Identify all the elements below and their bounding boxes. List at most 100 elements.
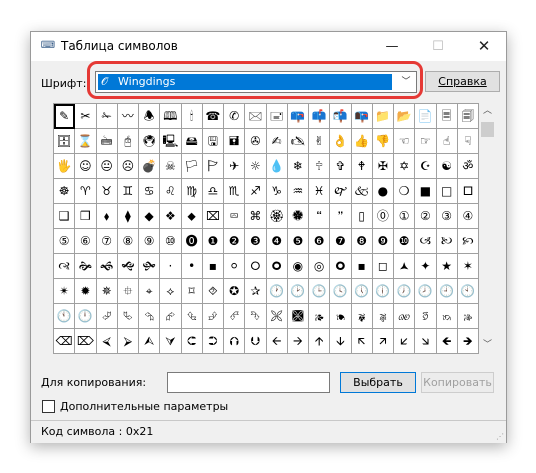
symbol-cell[interactable]: ❽ xyxy=(351,229,373,254)
symbol-cell[interactable]: 🕑 xyxy=(287,279,309,304)
symbol-cell[interactable]: 🕙 xyxy=(457,279,479,304)
symbol-cell[interactable]: 🞐 xyxy=(457,179,479,204)
symbol-cell[interactable]: ☸ xyxy=(54,179,76,204)
symbol-cell[interactable]: ⌖ xyxy=(139,279,161,304)
symbol-cell[interactable]: ✦ xyxy=(415,254,437,279)
symbol-cell[interactable]: 📬 xyxy=(330,104,352,129)
symbol-cell[interactable]: ✴ xyxy=(54,279,76,304)
symbol-cell[interactable]: 🙠 xyxy=(436,229,458,254)
symbol-cell[interactable]: ⟡ xyxy=(160,279,182,304)
symbol-cell[interactable]: 🖂 xyxy=(245,104,267,129)
symbol-cell[interactable]: ♐ xyxy=(245,179,267,204)
symbol-cell[interactable]: 🡮 xyxy=(415,329,437,354)
symbol-cell[interactable]: 🙣 xyxy=(54,254,76,279)
symbol-cell[interactable]: ☟ xyxy=(457,129,479,154)
copy-button[interactable]: Копировать xyxy=(421,372,494,393)
symbol-cell[interactable]: · xyxy=(160,254,182,279)
symbol-cell[interactable]: ⬧ xyxy=(96,204,118,229)
symbol-cell[interactable]: ✠ xyxy=(372,154,394,179)
symbol-cell[interactable]: 👌 xyxy=(330,129,352,154)
symbol-cell[interactable]: ♍ xyxy=(181,179,203,204)
symbol-cell[interactable]: ◻ xyxy=(372,254,394,279)
symbol-cell[interactable]: 🙖 xyxy=(372,304,394,329)
symbol-cell[interactable]: 🙞 xyxy=(75,254,97,279)
symbol-cell[interactable]: 🕕 xyxy=(372,279,394,304)
symbol-cell[interactable]: ☝ xyxy=(436,129,458,154)
symbol-cell[interactable]: ☹ xyxy=(117,154,139,179)
symbol-cell[interactable]: ⧫ xyxy=(117,204,139,229)
symbol-cell[interactable]: 🙕 xyxy=(309,304,331,329)
symbol-cell[interactable]: 🗄 xyxy=(54,129,76,154)
symbol-cell[interactable]: 🙷 xyxy=(330,204,352,229)
symbol-cell[interactable]: ⑨ xyxy=(139,229,161,254)
symbol-cell[interactable]: ❹ xyxy=(266,229,288,254)
symbol-cell[interactable]: ❍ xyxy=(394,179,416,204)
symbol-cell[interactable]: ✎ xyxy=(54,104,76,129)
symbol-cell[interactable]: ☜ xyxy=(394,129,416,154)
symbol-cell[interactable]: ♎ xyxy=(202,179,224,204)
symbol-cell[interactable]: ☪ xyxy=(415,154,437,179)
symbol-cell[interactable]: ☠ xyxy=(160,154,182,179)
symbol-cell[interactable]: ☞ xyxy=(415,129,437,154)
symbol-cell[interactable]: 🡯 xyxy=(394,329,416,354)
symbol-cell[interactable]: ♏ xyxy=(224,179,246,204)
resize-grip-icon[interactable]: ⋰ xyxy=(496,433,504,441)
symbol-cell[interactable]: ⮱ xyxy=(117,304,139,329)
symbol-cell[interactable]: 🖐 xyxy=(54,154,76,179)
symbol-cell[interactable]: ✪ xyxy=(224,279,246,304)
symbol-cell[interactable]: 🖴 xyxy=(181,129,203,154)
symbol-cell[interactable]: ❻ xyxy=(309,229,331,254)
symbol-cell[interactable]: 🖳 xyxy=(160,129,182,154)
symbol-cell[interactable]: 📭 xyxy=(351,104,373,129)
symbol-cell[interactable]: ⑤ xyxy=(54,229,76,254)
symbol-cell[interactable]: ☯ xyxy=(436,154,458,179)
symbol-cell[interactable]: 🏳 xyxy=(181,154,203,179)
symbol-cell[interactable]: 🕓 xyxy=(330,279,352,304)
symbol-cell[interactable]: 🙝 xyxy=(117,254,139,279)
symbol-cell[interactable]: 🖰 xyxy=(117,129,139,154)
symbol-cell[interactable]: 🙢 xyxy=(415,229,437,254)
advanced-label[interactable]: Дополнительные параметры xyxy=(60,400,228,414)
symbol-cell[interactable]: ⮚ xyxy=(117,329,139,354)
symbol-cell[interactable]: ⌫ xyxy=(54,329,76,354)
symbol-cell[interactable]: 🖃 xyxy=(266,104,288,129)
symbol-cell[interactable]: 🕒 xyxy=(309,279,331,304)
symbol-cell[interactable]: 🏱 xyxy=(202,154,224,179)
symbol-cell[interactable]: ❾ xyxy=(372,229,394,254)
symbol-cell[interactable]: 🞆 xyxy=(245,254,267,279)
symbol-cell[interactable]: 🕆 xyxy=(309,154,331,179)
symbol-cell[interactable]: ⬥ xyxy=(181,204,203,229)
symbol-cell[interactable]: 🡪 xyxy=(287,329,309,354)
symbol-cell[interactable]: 📫 xyxy=(309,104,331,129)
symbol-cell[interactable]: 👍 xyxy=(351,129,373,154)
symbol-cell[interactable]: 🙗 xyxy=(351,304,373,329)
symbol-cell[interactable]: ③ xyxy=(436,204,458,229)
symbol-cell[interactable]: ⌑ xyxy=(181,279,203,304)
symbol-cell[interactable]: 💧 xyxy=(266,154,288,179)
select-button[interactable]: Выбрать xyxy=(340,372,416,393)
symbol-cell[interactable]: ♊ xyxy=(117,179,139,204)
symbol-cell[interactable]: 🙐 xyxy=(394,304,416,329)
symbol-cell[interactable]: ⮷ xyxy=(245,304,267,329)
symbol-cell[interactable]: 💣 xyxy=(139,154,161,179)
symbol-cell[interactable]: 🙟 xyxy=(139,254,161,279)
symbol-cell[interactable]: ❒ xyxy=(75,204,97,229)
symbol-cell[interactable]: 🕮 xyxy=(160,104,182,129)
symbol-cell[interactable]: 🙶 xyxy=(309,204,331,229)
symbol-cell[interactable]: 🕔 xyxy=(351,279,373,304)
symbol-cell[interactable]: 🕘 xyxy=(436,279,458,304)
symbol-cell[interactable]: 🙡 xyxy=(457,229,479,254)
symbol-cell[interactable]: ♈ xyxy=(75,179,97,204)
symbol-cell[interactable]: ✆ xyxy=(224,104,246,129)
symbol-cell[interactable]: ⮙ xyxy=(139,329,161,354)
symbol-cell[interactable]: 🡺 xyxy=(457,329,479,354)
close-button[interactable]: ✕ xyxy=(461,32,507,61)
symbol-cell[interactable]: 🙫 xyxy=(287,304,309,329)
symbol-cell[interactable]: ① xyxy=(394,204,416,229)
symbol-cell[interactable]: ❼ xyxy=(330,229,352,254)
symbol-cell[interactable]: 🡫 xyxy=(330,329,352,354)
character-grid[interactable]: ✎ ✂ ✁ 〰 🕭 🕮 🕯 ☎ ✆ 🖂 🖃 📪 📫 📬 📭 📁 📂 📄 🗏 🗐 🗄 ⌛ 🖮 🖰 🖲 🖳 🖴 🖫 🖬 ✇ ✍ 🖎 ✌ 👌 👍 👎 ☜ ☞ ☝ ☟… xyxy=(53,103,479,354)
symbol-cell[interactable]: 🙒 xyxy=(436,304,458,329)
symbol-cell[interactable]: 🙪 xyxy=(266,304,288,329)
symbol-cell[interactable]: ⮳ xyxy=(160,304,182,329)
